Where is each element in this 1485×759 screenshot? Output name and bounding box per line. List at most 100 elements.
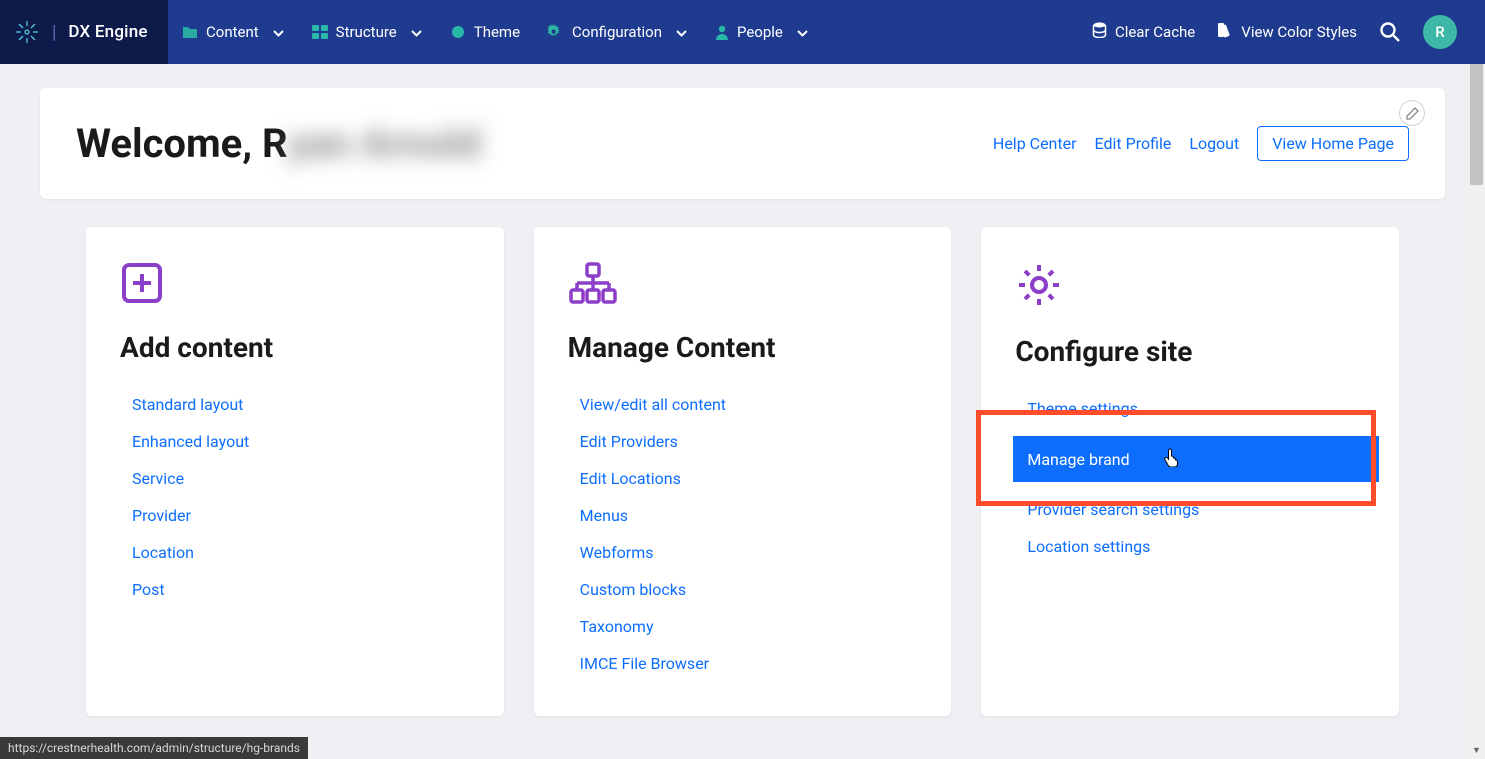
list-item: Webforms — [580, 534, 918, 571]
clear-cache-button[interactable]: Clear Cache — [1092, 22, 1195, 42]
edit-pencil-button[interactable] — [1399, 100, 1425, 126]
list-item: Service — [132, 460, 470, 497]
database-icon — [1092, 22, 1107, 42]
nav-configuration[interactable]: Configuration — [534, 0, 701, 64]
manage-content-links: View/edit all content Edit Providers Edi… — [568, 386, 918, 682]
configure-site-links: Theme settings Manage brand Provider sea… — [1015, 390, 1365, 565]
nav-label: Theme — [474, 23, 520, 41]
main-nav: Content Structure Theme Configuration Pe… — [168, 0, 822, 64]
nav-label: Configuration — [572, 23, 662, 41]
link-theme-settings[interactable]: Theme settings — [1027, 399, 1138, 418]
brand-separator: | — [52, 22, 56, 43]
list-item: Location — [132, 534, 470, 571]
brand-name: DX Engine — [68, 22, 147, 42]
link-menus[interactable]: Menus — [580, 506, 628, 525]
link-edit-providers[interactable]: Edit Providers — [580, 432, 678, 451]
link-post[interactable]: Post — [132, 580, 165, 599]
nav-label: Content — [206, 23, 259, 41]
link-location-settings[interactable]: Location settings — [1027, 537, 1150, 556]
palette-icon — [450, 25, 466, 39]
list-item: Taxonomy — [580, 608, 918, 645]
scrollbar-track[interactable]: ▲ ▼ — [1468, 0, 1485, 759]
list-item: View/edit all content — [580, 386, 918, 423]
link-manage-brand-highlighted[interactable]: Manage brand — [1013, 436, 1379, 482]
chevron-down-icon — [797, 23, 808, 41]
topbar-right: Clear Cache View Color Styles R — [1092, 0, 1485, 64]
link-standard-layout[interactable]: Standard layout — [132, 395, 243, 414]
list-item: Manage brand — [1027, 427, 1365, 491]
topbar: | DX Engine Content Structure Theme Conf… — [0, 0, 1485, 64]
card-title: Add content — [120, 331, 470, 364]
plus-square-icon — [120, 261, 470, 309]
list-item: IMCE File Browser — [580, 645, 918, 682]
link-provider-search-settings[interactable]: Provider search settings — [1027, 500, 1199, 519]
search-button[interactable] — [1379, 21, 1401, 43]
link-imce[interactable]: IMCE File Browser — [580, 654, 709, 673]
swatch-icon — [1217, 22, 1233, 42]
link-provider[interactable]: Provider — [132, 506, 191, 525]
help-center-link[interactable]: Help Center — [993, 134, 1077, 153]
link-webforms[interactable]: Webforms — [580, 543, 654, 562]
blocks-icon — [312, 25, 328, 39]
gear-large-icon — [1015, 261, 1365, 313]
link-taxonomy[interactable]: Taxonomy — [580, 617, 654, 636]
edit-profile-link[interactable]: Edit Profile — [1095, 134, 1172, 153]
list-item: Provider — [132, 497, 470, 534]
nav-people[interactable]: People — [701, 0, 822, 64]
list-item: Standard layout — [132, 386, 470, 423]
brand-block[interactable]: | DX Engine — [0, 0, 168, 64]
list-item: Location settings — [1027, 528, 1365, 565]
avatar-initial: R — [1435, 23, 1444, 41]
manage-content-card: Manage Content View/edit all content Edi… — [534, 227, 952, 716]
dashboard-cards: Add content Standard layout Enhanced lay… — [0, 227, 1485, 716]
brand-logo-icon — [14, 19, 40, 45]
chevron-down-icon — [411, 23, 422, 41]
list-item: Custom blocks — [580, 571, 918, 608]
action-label: Clear Cache — [1115, 23, 1195, 41]
link-location[interactable]: Location — [132, 543, 194, 562]
add-content-card: Add content Standard layout Enhanced lay… — [86, 227, 504, 716]
link-custom-blocks[interactable]: Custom blocks — [580, 580, 686, 599]
chevron-down-icon — [676, 23, 687, 41]
link-enhanced-layout[interactable]: Enhanced layout — [132, 432, 249, 451]
view-color-styles-button[interactable]: View Color Styles — [1217, 22, 1357, 42]
welcome-name-blurred: yan Arnold — [288, 120, 481, 167]
action-label: View Color Styles — [1241, 23, 1357, 41]
link-view-edit-all[interactable]: View/edit all content — [580, 395, 726, 414]
person-icon — [715, 25, 729, 40]
welcome-heading: Welcome, Ryan Arnold — [76, 120, 481, 167]
scroll-down-arrow[interactable]: ▼ — [1468, 742, 1485, 759]
list-item: Post — [132, 571, 470, 608]
view-home-page-button[interactable]: View Home Page — [1257, 126, 1409, 161]
list-item: Edit Providers — [580, 423, 918, 460]
logout-link[interactable]: Logout — [1189, 134, 1239, 153]
link-manage-brand-label: Manage brand — [1027, 450, 1129, 469]
configure-site-card: Configure site Theme settings Manage bra… — [981, 227, 1399, 716]
gear-icon — [548, 24, 564, 40]
cursor-hand-icon — [1164, 447, 1180, 471]
card-title: Manage Content — [568, 331, 918, 364]
hierarchy-icon — [568, 261, 918, 309]
browser-status-bar: https://crestnerhealth.com/admin/structu… — [0, 737, 308, 759]
chevron-down-icon — [273, 23, 284, 41]
list-item: Theme settings — [1027, 390, 1365, 427]
card-title: Configure site — [1015, 335, 1365, 368]
list-item: Menus — [580, 497, 918, 534]
list-item: Edit Locations — [580, 460, 918, 497]
link-service[interactable]: Service — [132, 469, 184, 488]
welcome-panel: Welcome, Ryan Arnold Help Center Edit Pr… — [40, 88, 1445, 199]
nav-content[interactable]: Content — [168, 0, 298, 64]
welcome-prefix: Welcome, R — [76, 120, 288, 167]
status-url: https://crestnerhealth.com/admin/structu… — [8, 741, 300, 755]
list-item: Provider search settings — [1027, 491, 1365, 528]
folder-icon — [182, 25, 198, 39]
nav-label: Structure — [336, 23, 397, 41]
list-item: Enhanced layout — [132, 423, 470, 460]
hero-links: Help Center Edit Profile Logout View Hom… — [993, 126, 1409, 161]
nav-theme[interactable]: Theme — [436, 0, 534, 64]
user-avatar[interactable]: R — [1423, 15, 1457, 49]
nav-label: People — [737, 23, 783, 41]
add-content-links: Standard layout Enhanced layout Service … — [120, 386, 470, 608]
link-edit-locations[interactable]: Edit Locations — [580, 469, 681, 488]
nav-structure[interactable]: Structure — [298, 0, 436, 64]
